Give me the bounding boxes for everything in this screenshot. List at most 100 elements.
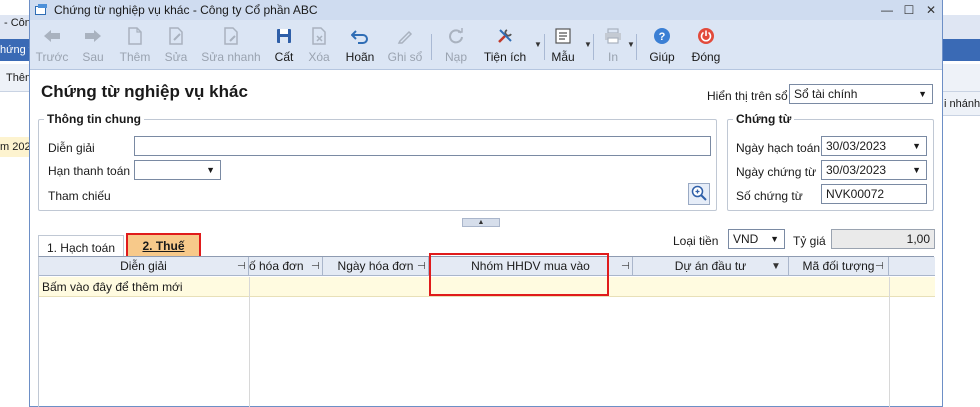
maximize-button[interactable]: ☐ [898, 0, 920, 20]
add-label: Thêm [119, 50, 151, 64]
description-input[interactable] [134, 136, 711, 156]
svg-text:?: ? [659, 31, 666, 43]
voucher-title: Chứng từ [733, 112, 795, 126]
post-button[interactable]: Ghi sổ [387, 26, 423, 68]
bg-row-text: m 202 [0, 141, 31, 153]
tab-thue-label: 2. Thuế [142, 239, 185, 253]
display-on-book-select[interactable]: Sổ tài chính ▼ [789, 84, 933, 104]
column-label: Ngày hóa đơn [337, 259, 414, 273]
reload-button[interactable]: Nạp [443, 26, 469, 68]
bg-right-header-text: i nhánh [944, 98, 980, 110]
next-button[interactable]: Sau [80, 26, 106, 68]
utilities-button[interactable]: Tiện ích [483, 26, 527, 68]
reference-search-button[interactable] [688, 183, 710, 205]
refresh-icon [446, 26, 466, 46]
display-on-book-value: Sổ tài chính [794, 87, 858, 101]
floppy-disk-icon [274, 26, 294, 46]
posting-date-input[interactable]: 30/03/2023 ▼ [821, 136, 927, 156]
reference-label: Tham chiếu [48, 189, 111, 203]
payment-due-label: Hạn thanh toán [48, 164, 131, 178]
description-label: Diễn giải [48, 141, 95, 155]
bg-right-column [942, 92, 980, 407]
delete-label: Xóa [308, 50, 330, 64]
column-divider [249, 277, 250, 407]
voucher-date-value: 30/03/2023 [826, 163, 887, 177]
toolbar-separator [544, 34, 545, 60]
voucher-number-input[interactable]: NVK00072 [821, 184, 927, 204]
payment-due-input[interactable]: ▼ [134, 160, 221, 180]
reload-label: Nạp [444, 50, 467, 64]
help-icon: ? [652, 26, 672, 46]
voucher-dialog: Chứng từ nghiệp vụ khác - Công ty Cổ phầ… [29, 0, 943, 407]
column-divider [889, 277, 890, 407]
chevron-down-icon: ▼ [206, 165, 215, 175]
template-icon [553, 26, 573, 46]
column-header-description[interactable]: Diễn giải [39, 257, 249, 276]
new-row-text: Bấm vào đây để thêm mới [42, 280, 183, 294]
currency-select[interactable]: VND ▼ [728, 229, 785, 249]
pencil-icon [395, 26, 415, 46]
toolbar: Trước Sau Thêm Sửa Sửa nhanh Cất Xóa Hoã… [30, 20, 942, 70]
minimize-button[interactable]: — [876, 0, 898, 20]
column-label: ố hóa đơn [249, 259, 304, 273]
exchange-rate-input[interactable]: 1,00 [831, 229, 935, 249]
toolbar-separator [431, 34, 432, 60]
column-header-object-code[interactable]: Mã đối tượng [789, 257, 889, 276]
print-dropdown-icon[interactable]: ▼ [627, 40, 635, 49]
quick-edit-button[interactable]: Sửa nhanh [200, 26, 262, 68]
undo-label: Hoãn [345, 50, 375, 64]
save-button[interactable]: Cất [272, 26, 296, 68]
help-button[interactable]: ? Giúp [648, 26, 676, 68]
next-label: Sau [82, 50, 104, 64]
edit-document-icon [166, 26, 186, 46]
pin-icon[interactable]: ⊣ [621, 257, 630, 276]
pin-icon[interactable]: ⊣ [417, 257, 426, 276]
general-info-title: Thông tin chung [44, 112, 144, 126]
page-title: Chứng từ nghiệp vụ khác [41, 82, 248, 101]
collapse-panel-button[interactable]: ▲ [462, 218, 500, 227]
pin-icon[interactable]: ⊣ [875, 257, 884, 276]
app-icon [34, 3, 48, 17]
pin-icon[interactable]: ⊣ [311, 257, 320, 276]
undo-button[interactable]: Hoãn [343, 26, 377, 68]
template-dropdown-icon[interactable]: ▼ [584, 40, 592, 49]
printer-icon [603, 26, 623, 46]
pin-icon[interactable]: ⊣ [237, 257, 246, 276]
edit-button[interactable]: Sửa [163, 26, 189, 68]
close-window-button[interactable]: ✕ [920, 0, 942, 20]
tools-icon [495, 26, 515, 46]
print-button[interactable]: In [602, 26, 624, 68]
close-button[interactable]: Đóng [690, 26, 722, 68]
window-title: Chứng từ nghiệp vụ khác - Công ty Cổ phầ… [54, 3, 318, 17]
delete-button[interactable]: Xóa [306, 26, 332, 68]
title-bar[interactable]: Chứng từ nghiệp vụ khác - Công ty Cổ phầ… [30, 0, 942, 20]
column-label: Mã đối tượng [802, 259, 875, 273]
highlight-box [429, 253, 609, 296]
utilities-dropdown-icon[interactable]: ▼ [534, 40, 542, 49]
previous-label: Trước [35, 50, 69, 64]
new-document-icon [125, 26, 145, 46]
posting-date-value: 30/03/2023 [826, 139, 887, 153]
toolbar-separator [636, 34, 637, 60]
voucher-date-label: Ngày chứng từ [736, 165, 817, 179]
previous-button[interactable]: Trước [36, 26, 68, 68]
column-label: Dự án đầu tư [674, 259, 747, 273]
add-button[interactable]: Thêm [118, 26, 152, 68]
template-button[interactable]: Mẫu [550, 26, 576, 68]
quick-edit-label: Sửa nhanh [201, 50, 261, 64]
save-label: Cất [274, 50, 294, 64]
voucher-number-label: Số chứng từ [736, 189, 803, 203]
bg-nav-text: hứng t [0, 44, 32, 56]
edit-label: Sửa [164, 50, 188, 64]
column-header-invoice-date[interactable]: Ngày hóa đơn [323, 257, 429, 276]
column-header-project[interactable]: Dự án đầu tư [633, 257, 789, 276]
currency-value: VND [733, 232, 759, 246]
toolbar-separator [593, 34, 594, 60]
voucher-date-input[interactable]: 30/03/2023 ▼ [821, 160, 927, 180]
quick-edit-icon [221, 26, 241, 46]
column-menu-icon[interactable]: ▼ [771, 257, 781, 276]
chevron-down-icon: ▼ [918, 89, 927, 99]
column-label: Diễn giải [120, 259, 167, 273]
chevron-down-icon: ▼ [770, 234, 779, 244]
chevron-down-icon: ▼ [912, 141, 921, 151]
